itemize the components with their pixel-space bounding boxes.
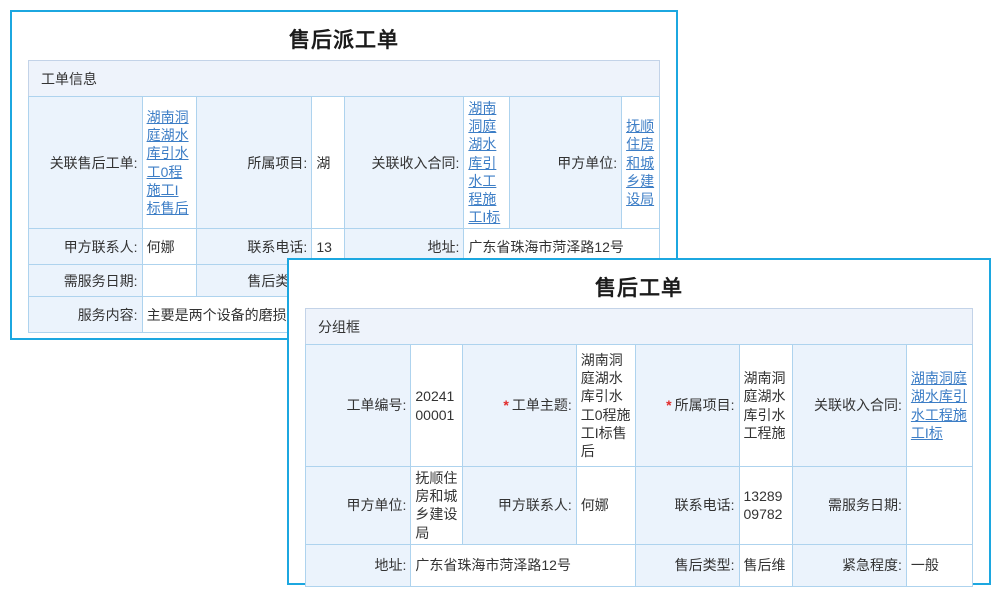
party-a-contact-label: 甲方联系人: (29, 229, 143, 265)
service-date-value (906, 467, 972, 545)
address-label: 地址: (306, 544, 411, 586)
urgency-label: 紧急程度: (792, 544, 906, 586)
linked-aftersales-order-label: 关联售后工单: (29, 97, 143, 229)
party-a-unit-link[interactable]: 抚顺住房和城乡建设局 (626, 118, 654, 207)
table-row: 甲方单位: 抚顺住房和城乡建设局 甲方联系人: 何娜 联系电话: 1328909… (306, 467, 973, 545)
income-contract-label: 关联收入合同: (345, 97, 464, 229)
party-a-contact-label: 甲方联系人: (463, 467, 576, 545)
order-info-section-label: 工单信息 (41, 71, 97, 87)
project-label-cell: *所属项目: (636, 345, 739, 467)
address-value: 广东省珠海市菏泽路12号 (411, 544, 636, 586)
service-date-label: 需服务日期: (29, 265, 143, 297)
work-order-window: 售后工单 分组框 工单编号: 2024100001 *工单主题: 湖南洞庭湖水库… (287, 258, 991, 585)
linked-aftersales-order-cell: 湖南洞庭湖水库引水工0程施工I标售后 (142, 97, 196, 229)
income-contract-cell: 湖南洞庭湖水库引水工程施工I标 (906, 345, 972, 467)
group-box-label: 分组框 (318, 319, 360, 335)
phone-label: 联系电话: (636, 467, 739, 545)
income-contract-link[interactable]: 湖南洞庭湖水库引水工程施工I标 (468, 100, 500, 225)
phone-value: 1328909782 (739, 467, 792, 545)
party-a-unit-label: 甲方单位: (306, 467, 411, 545)
order-number-label: 工单编号: (306, 345, 411, 467)
party-a-unit-label: 甲方单位: (509, 97, 621, 229)
subject-label-cell: *工单主题: (463, 345, 576, 467)
project-value: 湖 (312, 97, 345, 229)
party-a-contact-value: 何娜 (576, 467, 635, 545)
party-a-unit-value: 抚顺住房和城乡建设局 (411, 467, 463, 545)
table-row: 关联售后工单: 湖南洞庭湖水库引水工0程施工I标售后 所属项目: 湖 关联收入合… (29, 97, 660, 229)
group-box-header: 分组框 (305, 308, 973, 345)
income-contract-link[interactable]: 湖南洞庭湖水库引水工程施工I标 (911, 370, 967, 441)
project-label: 所属项目: (196, 97, 311, 229)
urgency-value: 一般 (906, 544, 972, 586)
subject-value: 湖南洞庭湖水库引水工0程施工I标售后 (576, 345, 635, 467)
project-label: 所属项目: (675, 397, 735, 413)
work-order-table: 工单编号: 2024100001 *工单主题: 湖南洞庭湖水库引水工0程施工I标… (305, 344, 973, 587)
required-marker: * (666, 397, 671, 413)
dispatch-order-title: 售后派工单 (12, 12, 676, 60)
income-contract-cell: 湖南洞庭湖水库引水工程施工I标 (464, 97, 509, 229)
service-content-label: 服务内容: (29, 297, 143, 333)
order-number-value: 2024100001 (411, 345, 463, 467)
service-date-label: 需服务日期: (792, 467, 906, 545)
order-info-section-header: 工单信息 (28, 60, 660, 97)
table-row: 地址: 广东省珠海市菏泽路12号 售后类型: 售后维 紧急程度: 一般 (306, 544, 973, 586)
table-row: 工单编号: 2024100001 *工单主题: 湖南洞庭湖水库引水工0程施工I标… (306, 345, 973, 467)
work-order-title: 售后工单 (289, 260, 989, 308)
service-date-value (142, 265, 196, 297)
aftersales-type-value: 售后维 (739, 544, 792, 586)
project-value: 湖南洞庭湖水库引水工程施 (739, 345, 792, 467)
party-a-contact-value: 何娜 (142, 229, 196, 265)
party-a-unit-cell: 抚顺住房和城乡建设局 (622, 97, 660, 229)
linked-aftersales-order-link[interactable]: 湖南洞庭湖水库引水工0程施工I标售后 (147, 109, 189, 216)
aftersales-type-label: 售后类型: (636, 544, 739, 586)
subject-label: 工单主题: (512, 397, 572, 413)
income-contract-label: 关联收入合同: (792, 345, 906, 467)
required-marker: * (503, 397, 508, 413)
